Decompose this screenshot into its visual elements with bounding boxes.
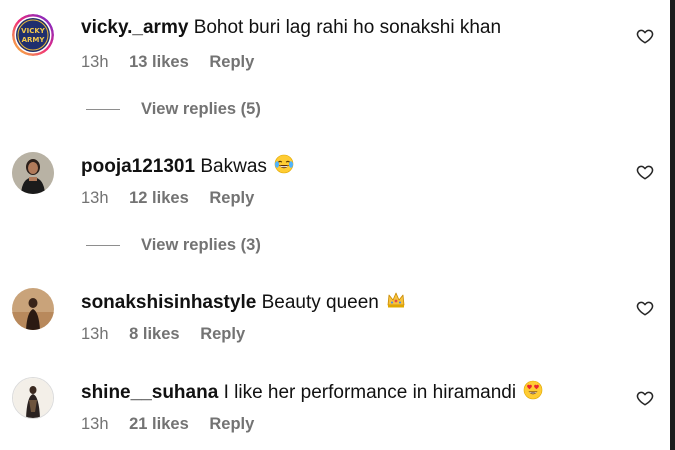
- heart-icon[interactable]: [636, 299, 654, 317]
- comment-text: Bakwas: [200, 156, 267, 177]
- comment-line: pooja121301 Bakwas: [81, 154, 294, 178]
- comment-username[interactable]: vicky._army: [81, 17, 188, 38]
- comment-likes[interactable]: 13 likes: [129, 53, 189, 71]
- comment-time: 13h: [81, 53, 109, 71]
- avatar-shine-suhana-image: [13, 378, 53, 418]
- heart-icon[interactable]: [636, 389, 654, 407]
- face-with-tears-of-joy-emoji: [274, 154, 294, 174]
- avatar[interactable]: [12, 288, 54, 330]
- heart-eyes-emoji: [524, 380, 543, 400]
- view-replies-button[interactable]: View replies (3): [86, 235, 261, 255]
- avatar-vicky-army-image: VICKY ARMY: [12, 14, 54, 56]
- replies-divider-line: [86, 244, 120, 247]
- comment-time: 13h: [81, 325, 109, 343]
- avatar[interactable]: [12, 152, 54, 194]
- crown-emoji: [387, 292, 405, 308]
- replies-divider-line: [86, 108, 120, 111]
- comment-time: 13h: [81, 189, 109, 207]
- view-replies-button[interactable]: View replies (5): [86, 99, 261, 119]
- comment-meta: 13h 12 likes Reply: [81, 188, 270, 208]
- comment-text: Bohot buri lag rahi ho sonakshi khan: [193, 17, 502, 38]
- comment-text: Beauty queen: [261, 292, 379, 313]
- avatar[interactable]: VICKY ARMY: [12, 14, 54, 56]
- reply-button[interactable]: Reply: [209, 53, 254, 71]
- comment-line: sonakshisinhastyle Beauty queen: [81, 290, 406, 314]
- window-edge: [670, 0, 675, 450]
- reply-button[interactable]: Reply: [209, 415, 254, 433]
- view-replies-label: View replies (3): [141, 236, 261, 254]
- comment-username[interactable]: sonakshisinhastyle: [81, 292, 256, 313]
- comment-meta: 13h 13 likes Reply: [81, 52, 270, 72]
- avatar[interactable]: [12, 377, 54, 419]
- comment-likes[interactable]: 8 likes: [129, 325, 179, 343]
- comment-likes[interactable]: 12 likes: [129, 189, 189, 207]
- comment-likes[interactable]: 21 likes: [129, 415, 189, 433]
- comment-line: vicky._army Bohot buri lag rahi ho sonak…: [81, 17, 501, 39]
- avatar-sonakshisinhastyle-image: [12, 288, 54, 330]
- comment-text: I like her performance in hiramandi: [223, 382, 517, 403]
- view-replies-label: View replies (5): [141, 100, 261, 118]
- comment-username[interactable]: shine__suhana: [81, 382, 218, 403]
- heart-icon[interactable]: [636, 163, 654, 181]
- svg-text:VICKY: VICKY: [21, 27, 46, 35]
- comment-line: shine__suhana I like her performance in …: [81, 380, 543, 404]
- comments-panel: VICKY ARMY vicky._army Bohot buri lag ra…: [0, 0, 675, 450]
- reply-button[interactable]: Reply: [200, 325, 245, 343]
- comment-meta: 13h 8 likes Reply: [81, 324, 261, 344]
- comment-time: 13h: [81, 415, 109, 433]
- reply-button[interactable]: Reply: [209, 189, 254, 207]
- comment-username[interactable]: pooja121301: [81, 156, 195, 177]
- avatar-pooja-image: [12, 152, 54, 194]
- heart-icon[interactable]: [636, 27, 654, 45]
- svg-text:ARMY: ARMY: [22, 36, 46, 44]
- comment-meta: 13h 21 likes Reply: [81, 414, 270, 434]
